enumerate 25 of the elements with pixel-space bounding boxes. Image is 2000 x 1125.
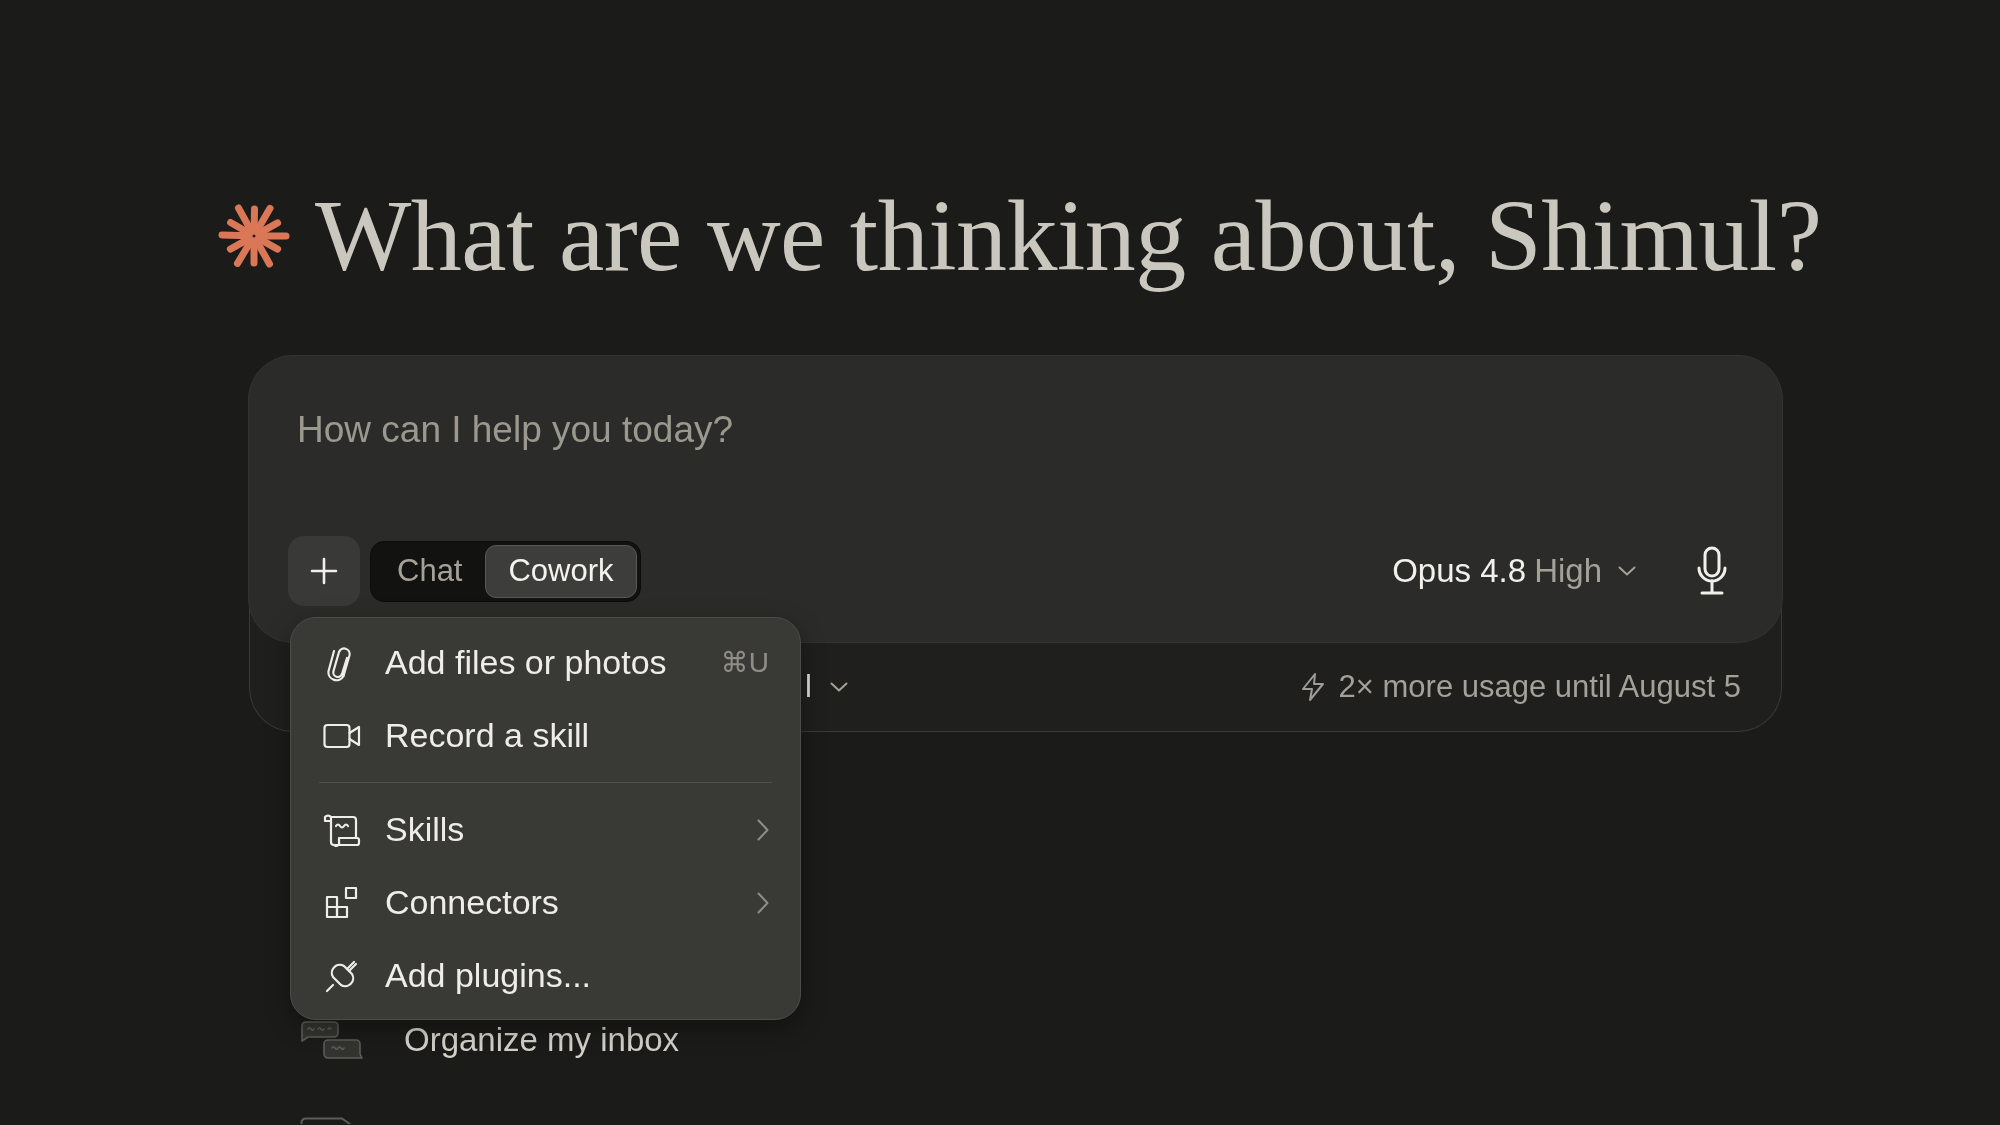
lightning-icon bbox=[1299, 671, 1326, 702]
menu-item[interactable]: Connectors bbox=[303, 866, 788, 940]
chevron-down-icon bbox=[829, 681, 848, 692]
chevron-down-icon bbox=[1618, 566, 1636, 577]
suggestion-item[interactable]: Organize my inbox bbox=[300, 1020, 680, 1061]
add-button[interactable] bbox=[288, 536, 360, 607]
microphone-icon[interactable] bbox=[1696, 546, 1728, 597]
mode-tab[interactable]: Cowork bbox=[485, 544, 637, 598]
page-heading: What are we thinking about, Shimul? bbox=[315, 178, 1822, 294]
plug-icon bbox=[325, 958, 359, 993]
mode-tab[interactable]: Chat bbox=[374, 544, 486, 598]
message-input[interactable]: How can I help you today? bbox=[297, 404, 1697, 457]
menu-item[interactable]: Record a skill bbox=[303, 699, 788, 773]
menu-item[interactable]: Skills bbox=[303, 793, 788, 867]
menu-item[interactable]: Add plugins... bbox=[303, 939, 788, 1013]
menu-item[interactable]: Add files or photos ⌘U bbox=[303, 626, 788, 700]
scroll-icon bbox=[323, 812, 361, 847]
model-selector[interactable]: Opus 4.8 High bbox=[1392, 552, 1636, 591]
plus-icon bbox=[310, 557, 338, 586]
usage-notice: 2× more usage until August 5 bbox=[1338, 668, 1741, 705]
keyboard-shortcut: ⌘U bbox=[720, 646, 769, 680]
video-camera-icon bbox=[323, 722, 361, 749]
selector-button[interactable]: l bbox=[805, 668, 848, 705]
grid-squares-icon bbox=[325, 885, 359, 920]
document-icon bbox=[300, 1117, 352, 1125]
